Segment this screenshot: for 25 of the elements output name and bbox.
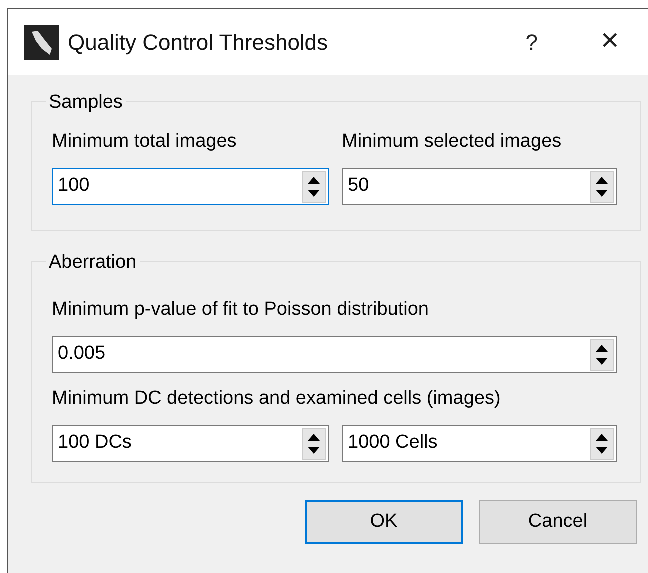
spin-arrows-icon[interactable] bbox=[590, 170, 614, 202]
field-label: Minimum selected images bbox=[342, 130, 563, 154]
app-icon bbox=[24, 24, 59, 60]
close-button[interactable]: ✕ bbox=[600, 24, 620, 60]
window-title: Quality Control Thresholds bbox=[68, 28, 328, 57]
field-label: Minimum p-value of fit to Poisson distribution bbox=[52, 298, 430, 322]
spin-value: 50 bbox=[348, 174, 370, 198]
spin-arrows-icon[interactable] bbox=[590, 338, 614, 370]
spin-arrows-icon[interactable] bbox=[590, 428, 614, 460]
spin-value: 100 bbox=[58, 174, 91, 198]
spin-box[interactable]: 100 DCs bbox=[52, 425, 329, 462]
spin-value: 100 DCs bbox=[58, 431, 133, 456]
spin-value: 1000 Cells bbox=[348, 431, 439, 456]
dialog-button[interactable]: OK bbox=[305, 500, 463, 544]
spin-box[interactable]: 50 bbox=[342, 168, 617, 205]
spin-arrows-icon[interactable] bbox=[302, 170, 326, 202]
dialog-button[interactable]: Cancel bbox=[479, 500, 637, 544]
spin-arrows-icon[interactable] bbox=[302, 428, 326, 460]
spin-box[interactable]: 100 bbox=[52, 168, 329, 205]
help-button[interactable]: ? bbox=[526, 26, 538, 58]
spin-box[interactable]: 1000 Cells bbox=[342, 425, 617, 462]
field-label: Minimum total images bbox=[52, 130, 238, 154]
spin-value: 0.005 bbox=[58, 342, 107, 366]
spin-box[interactable]: 0.005 bbox=[52, 336, 617, 373]
field-label: Minimum DC detections and examined cells (images) bbox=[52, 387, 502, 411]
